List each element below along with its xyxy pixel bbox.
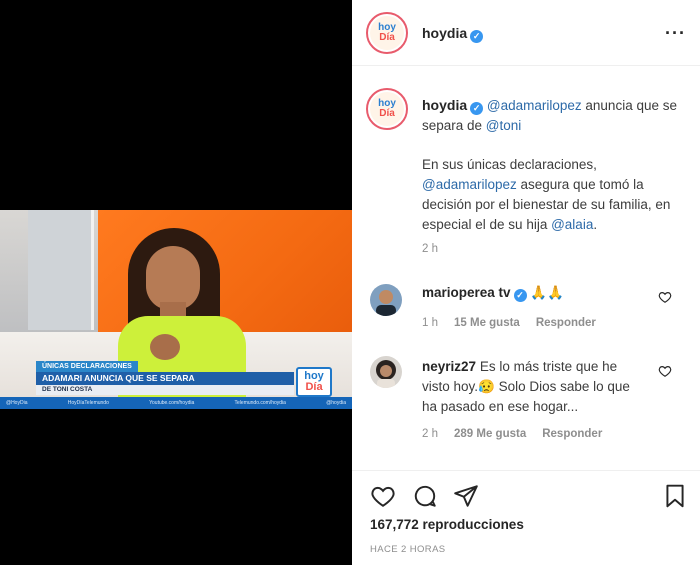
commenter-avatar[interactable] xyxy=(370,356,402,388)
logo-line-2: Día xyxy=(305,381,323,393)
social-handle: Youtube.com/hoydia xyxy=(149,400,195,406)
mention-link[interactable]: @alaia xyxy=(551,217,593,232)
like-heart-icon[interactable] xyxy=(370,483,396,509)
caption-first-paragraph: hoydia ✓ @adamarilopez anuncia que se sep… xyxy=(422,95,686,136)
header-username-text[interactable]: hoydia xyxy=(422,25,467,41)
like-comment-heart-icon[interactable] xyxy=(658,290,672,304)
lower-third-subline: DE TONI COSTA xyxy=(36,385,294,395)
post-age[interactable]: HACE 2 HORAS xyxy=(370,544,446,555)
save-bookmark-icon[interactable] xyxy=(662,483,688,509)
commenter-username[interactable]: neyriz27 xyxy=(422,359,476,374)
mention-link[interactable]: @adamarilopez xyxy=(487,98,582,113)
social-handle: @hoydia xyxy=(326,400,346,406)
avatar-image-icon xyxy=(370,356,402,388)
lower-third-social-handles: @HoyDia HoyDíaTelemundo Youtube.com/hoyd… xyxy=(0,399,352,407)
hoydia-logo: hoy Día xyxy=(296,367,332,397)
like-comment-heart-icon[interactable] xyxy=(658,364,672,378)
avatar-logo-line-2: Día xyxy=(379,108,395,119)
comment-text: marioperea tv ✓ 🙏🙏 xyxy=(422,283,644,303)
comment-bubble-icon[interactable] xyxy=(412,483,438,509)
caption-username[interactable]: hoydia xyxy=(422,97,467,113)
reply-button[interactable]: Responder xyxy=(542,428,602,440)
social-handle: @HoyDia xyxy=(6,400,28,406)
caption-timestamp[interactable]: 2 h xyxy=(422,243,438,255)
comment-body: 🙏🙏 xyxy=(530,285,564,300)
lower-third-headline: ADAMARI ANUNCIA QUE SE SEPARA xyxy=(36,372,294,385)
verified-badge-icon: ✓ xyxy=(470,30,484,43)
header-username[interactable]: hoydia ✓ xyxy=(422,25,484,43)
avatar-logo-line-2: Día xyxy=(379,32,395,43)
mention-link[interactable]: @toni xyxy=(486,118,521,133)
post-caption: hoydia ✓ @adamarilopez anuncia que se sep… xyxy=(422,95,686,235)
presenter-face xyxy=(146,246,200,310)
caption-second-paragraph: En sus únicas declaraciones, @adamarilop… xyxy=(422,155,686,235)
profile-avatar[interactable]: hoy Día xyxy=(366,12,408,54)
reply-button[interactable]: Responder xyxy=(536,317,596,329)
avatar-logo: hoy Día xyxy=(370,92,404,126)
caption-text: . xyxy=(593,217,598,232)
post-header: hoy Día hoydia ✓ ··· xyxy=(352,0,700,66)
caption-text: En sus únicas declaraciones, xyxy=(422,157,597,172)
presenter-dress-cutout xyxy=(150,334,180,360)
comment-time[interactable]: 1 h xyxy=(422,317,438,329)
comment-meta: 2 h 289 Me gusta Responder xyxy=(422,428,602,440)
post-actions: 167,772 reproducciones HACE 2 HORAS xyxy=(352,470,700,565)
verified-badge-icon: ✓ xyxy=(470,102,484,115)
caption-avatar[interactable]: hoy Día xyxy=(366,88,408,130)
comment-likes[interactable]: 289 Me gusta xyxy=(454,428,526,440)
news-lower-third: ÚNICAS DECLARACIONES ADAMARI ANUNCIA QUE… xyxy=(0,361,352,409)
avatar-logo: hoy Día xyxy=(370,16,404,50)
social-handle: Telemundo.com/hoydia xyxy=(234,400,286,406)
comment-time[interactable]: 2 h xyxy=(422,428,438,440)
mention-link[interactable]: @adamarilopez xyxy=(422,177,517,192)
video-player[interactable]: ÚNICAS DECLARACIONES ADAMARI ANUNCIA QUE… xyxy=(0,210,352,409)
more-options-icon[interactable]: ··· xyxy=(665,24,686,42)
commenter-username[interactable]: marioperea tv xyxy=(422,285,511,300)
avatar-image-icon xyxy=(370,284,402,316)
comment-likes[interactable]: 15 Me gusta xyxy=(454,317,520,329)
verified-badge-icon: ✓ xyxy=(513,289,527,302)
view-count[interactable]: 167,772 reproducciones xyxy=(370,517,524,532)
post-panel: hoy Día hoydia ✓ ··· hoy Día hoydia ✓ @ada… xyxy=(352,0,700,565)
lower-third-kicker: ÚNICAS DECLARACIONES xyxy=(36,361,138,372)
comment-text: neyriz27 Es lo más triste que he visto h… xyxy=(422,357,644,417)
comment-meta: 1 h 15 Me gusta Responder xyxy=(422,317,596,329)
media-pane[interactable]: ÚNICAS DECLARACIONES ADAMARI ANUNCIA QUE… xyxy=(0,0,352,565)
commenter-avatar[interactable] xyxy=(370,284,402,316)
studio-panel xyxy=(28,210,94,330)
social-handle: HoyDíaTelemundo xyxy=(67,400,109,406)
share-paper-plane-icon[interactable] xyxy=(453,483,479,509)
